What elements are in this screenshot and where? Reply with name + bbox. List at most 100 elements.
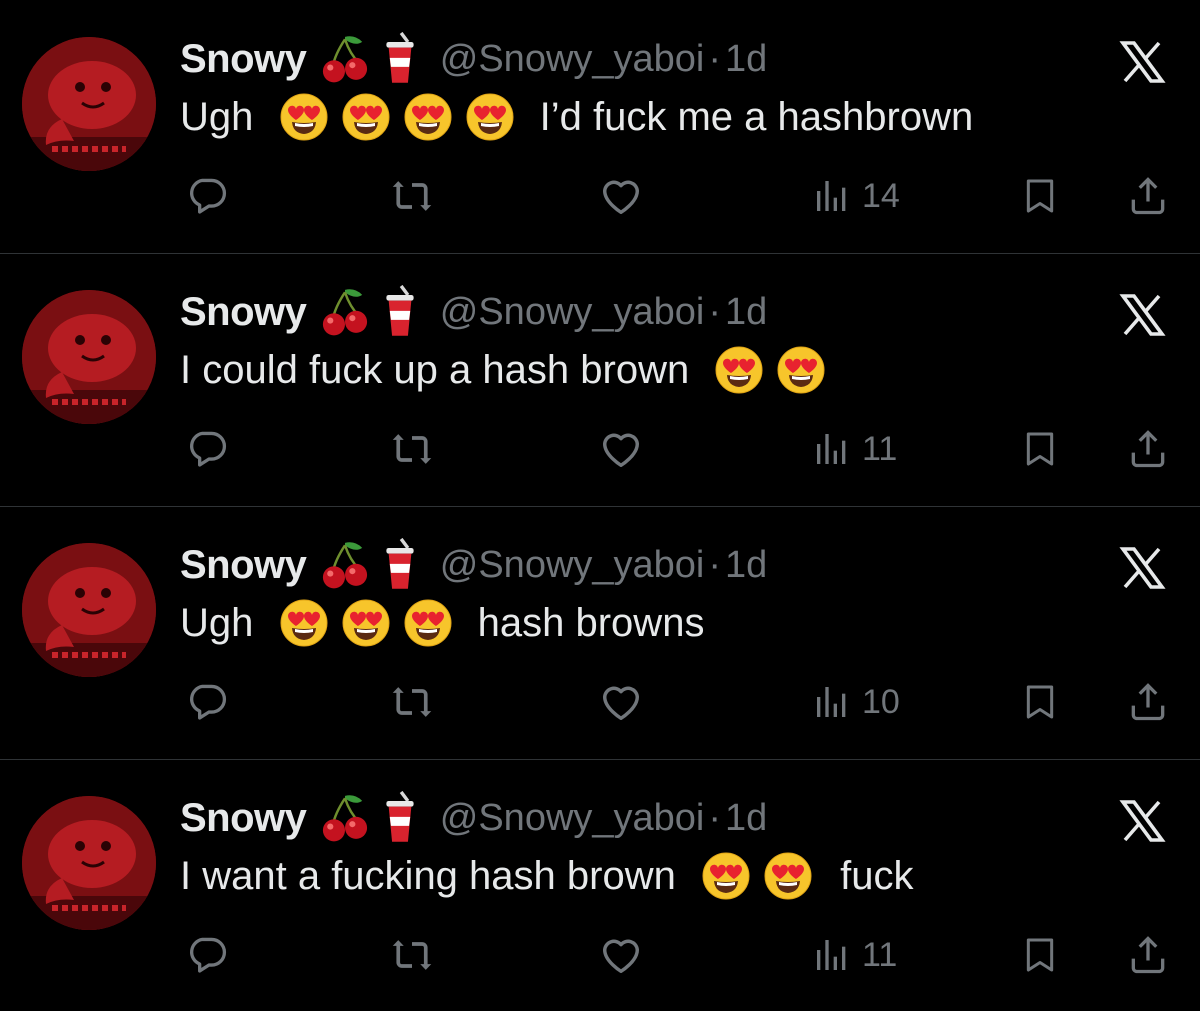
tweet[interactable]: Snowy @Snowy_yaboi · 1d Ugh I’d fuck me a …: [0, 0, 1200, 252]
retweet-button[interactable]: [388, 674, 436, 730]
reply-icon: [185, 427, 229, 471]
view-count: 10: [862, 682, 900, 721]
heart-eyes-emoji: [279, 598, 329, 648]
views-button[interactable]: 14: [812, 168, 900, 224]
heart-eyes-emoji: [465, 92, 515, 142]
tweet-text-segment: I could fuck up a hash brown: [180, 347, 690, 392]
tweet-text-segment: fuck: [840, 853, 914, 898]
bookmark-button[interactable]: [1020, 168, 1060, 224]
cherries-emoji: [319, 538, 371, 592]
views-icon: [812, 429, 852, 469]
user-handle[interactable]: @Snowy_yaboi: [440, 291, 705, 334]
retweet-icon: [388, 933, 436, 977]
retweet-button[interactable]: [388, 927, 436, 983]
cup-with-straw-emoji: [383, 538, 417, 592]
timestamp[interactable]: 1d: [725, 38, 767, 81]
user-handle[interactable]: @Snowy_yaboi: [440, 797, 705, 840]
tweet-text-segment: I’d fuck me a hashbrown: [539, 94, 974, 139]
like-button[interactable]: [598, 421, 644, 477]
cherries-emoji: [319, 285, 371, 339]
reply-button[interactable]: [185, 927, 229, 983]
share-button[interactable]: [1126, 421, 1170, 477]
views-icon: [812, 682, 852, 722]
avatar[interactable]: [22, 796, 156, 930]
tweet[interactable]: Snowy @Snowy_yaboi · 1d I want a fucking h…: [0, 759, 1200, 1011]
timestamp[interactable]: 1d: [725, 797, 767, 840]
reply-icon: [185, 174, 229, 218]
tweet-text: Ugh hash browns: [180, 598, 704, 654]
bookmark-button[interactable]: [1020, 421, 1060, 477]
heart-icon: [598, 426, 644, 472]
views-button[interactable]: 11: [812, 421, 897, 477]
retweet-icon: [388, 174, 436, 218]
tweet-header: Snowy @Snowy_yaboi · 1d: [180, 538, 767, 598]
tweet-header: Snowy @Snowy_yaboi · 1d: [180, 285, 767, 345]
tweet-text: Ugh I’d fuck me a hashbrown: [180, 92, 973, 148]
tweet-divider: [0, 253, 1200, 254]
share-button[interactable]: [1126, 927, 1170, 983]
display-name[interactable]: Snowy: [180, 290, 307, 335]
heart-eyes-emoji: [776, 345, 826, 395]
retweet-button[interactable]: [388, 421, 436, 477]
timestamp[interactable]: 1d: [725, 291, 767, 334]
heart-eyes-emoji: [403, 598, 453, 648]
like-button[interactable]: [598, 927, 644, 983]
x-logo-icon[interactable]: [1112, 291, 1172, 339]
tweet-header: Snowy @Snowy_yaboi · 1d: [180, 32, 767, 92]
share-icon: [1126, 933, 1170, 977]
bookmark-button[interactable]: [1020, 927, 1060, 983]
tweet-divider: [0, 759, 1200, 760]
separator-dot: ·: [708, 37, 722, 80]
display-name[interactable]: Snowy: [180, 796, 307, 841]
timeline: Snowy @Snowy_yaboi · 1d Ugh I’d fuck me a …: [0, 0, 1200, 1000]
reply-button[interactable]: [185, 421, 229, 477]
display-name[interactable]: Snowy: [180, 37, 307, 82]
separator-dot: ·: [708, 543, 722, 586]
cup-with-straw-emoji: [383, 285, 417, 339]
cup-with-straw-emoji: [383, 791, 417, 845]
heart-eyes-emoji: [341, 92, 391, 142]
bookmark-icon: [1020, 680, 1060, 724]
share-icon: [1126, 174, 1170, 218]
x-logo-icon[interactable]: [1112, 544, 1172, 592]
like-button[interactable]: [598, 674, 644, 730]
tweet-actions: 14: [0, 168, 1200, 224]
x-logo-icon[interactable]: [1112, 797, 1172, 845]
cherries-emoji: [319, 32, 371, 86]
user-handle[interactable]: @Snowy_yaboi: [440, 38, 705, 81]
avatar[interactable]: [22, 290, 156, 424]
share-button[interactable]: [1126, 168, 1170, 224]
share-button[interactable]: [1126, 674, 1170, 730]
tweet-text: I could fuck up a hash brown: [180, 345, 832, 401]
bookmark-icon: [1020, 427, 1060, 471]
like-button[interactable]: [598, 168, 644, 224]
avatar[interactable]: [22, 37, 156, 171]
views-button[interactable]: 10: [812, 674, 900, 730]
retweet-icon: [388, 427, 436, 471]
view-count: 11: [862, 429, 898, 468]
bookmark-button[interactable]: [1020, 674, 1060, 730]
tweet-header: Snowy @Snowy_yaboi · 1d: [180, 791, 767, 851]
tweet-divider: [0, 506, 1200, 507]
bookmark-icon: [1020, 174, 1060, 218]
tweet[interactable]: Snowy @Snowy_yaboi · 1d Ugh hash browns 10: [0, 506, 1200, 758]
display-name[interactable]: Snowy: [180, 543, 307, 588]
heart-icon: [598, 932, 644, 978]
tweet[interactable]: Snowy @Snowy_yaboi · 1d I could fuck up a …: [0, 253, 1200, 505]
avatar[interactable]: [22, 543, 156, 677]
tweet-text-segment: Ugh: [180, 94, 254, 139]
heart-eyes-emoji: [279, 92, 329, 142]
x-logo-icon[interactable]: [1112, 38, 1172, 86]
reply-icon: [185, 933, 229, 977]
reply-button[interactable]: [185, 168, 229, 224]
heart-icon: [598, 679, 644, 725]
reply-button[interactable]: [185, 674, 229, 730]
views-button[interactable]: 11: [812, 927, 897, 983]
views-icon: [812, 935, 852, 975]
user-handle[interactable]: @Snowy_yaboi: [440, 544, 705, 587]
bookmark-icon: [1020, 933, 1060, 977]
views-icon: [812, 176, 852, 216]
retweet-icon: [388, 680, 436, 724]
timestamp[interactable]: 1d: [725, 544, 767, 587]
retweet-button[interactable]: [388, 168, 436, 224]
